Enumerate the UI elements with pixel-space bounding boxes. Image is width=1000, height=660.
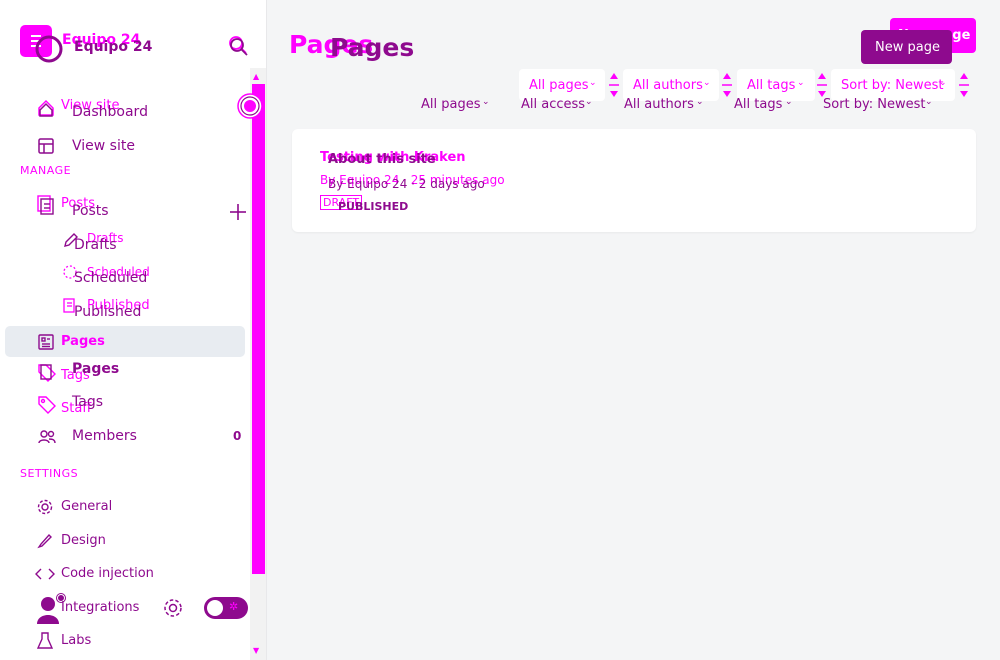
filter-pages-ghost: All pages xyxy=(529,78,589,93)
nav-posts[interactable]: Posts xyxy=(72,203,109,219)
theme-toggle-knob xyxy=(207,600,223,616)
scroll-up-icon[interactable]: ▲ xyxy=(253,72,259,81)
members-count-badge: 0 xyxy=(233,429,242,443)
site-title[interactable]: Equipo 24 xyxy=(74,39,152,55)
chevron-down-icon: ⌄ xyxy=(925,97,933,107)
filter-sort-ghost: Sort by: Newest xyxy=(841,78,944,93)
nav-drafts[interactable]: Drafts xyxy=(74,237,117,253)
site-logo-icon xyxy=(35,35,63,63)
code-icon xyxy=(35,568,55,580)
new-post-plus-icon[interactable] xyxy=(228,202,248,222)
chevron-down-icon: ⌄ xyxy=(589,78,597,88)
brush-icon xyxy=(37,533,52,549)
nav-integrations[interactable]: Integrations xyxy=(61,600,139,615)
flask-icon xyxy=(36,632,54,649)
record-indicator-icon xyxy=(237,93,263,119)
tag-ghost-icon xyxy=(38,364,56,382)
app-window: Equipo 24 Equipo 24 ▲ ▼ View site Dashbo… xyxy=(0,0,1000,660)
filter-type-dropdown[interactable]: All pages xyxy=(421,97,481,112)
nav-pages-active[interactable]: Pages xyxy=(5,326,245,357)
list-item[interactable]: Testing with Kraken About this site By E… xyxy=(292,129,976,232)
nav-pages[interactable]: Pages xyxy=(72,361,119,377)
page-title: Pages xyxy=(330,33,415,62)
scroll-down-icon[interactable]: ▼ xyxy=(253,646,259,655)
filter-tags-ghost: All tags xyxy=(747,78,796,93)
chevron-down-icon: ⌄ xyxy=(482,97,490,107)
settings-gear-icon[interactable] xyxy=(162,597,184,619)
chevron-down-icon: ⌄ xyxy=(585,97,593,107)
chevron-down-icon: ⌄ xyxy=(696,97,704,107)
posts-icon xyxy=(37,195,54,215)
page-item-meta: By Equipo 24 · 2 days ago xyxy=(328,177,485,191)
stepper-3-icon[interactable] xyxy=(816,70,828,100)
nav-general[interactable]: General xyxy=(61,499,112,514)
search-icon[interactable] xyxy=(226,33,250,57)
filter-access-dropdown[interactable]: All access xyxy=(521,97,585,112)
stepper-1-icon[interactable] xyxy=(608,70,620,100)
filter-authors-dropdown[interactable]: All authors xyxy=(624,97,694,112)
new-page-label: New page xyxy=(875,40,940,55)
chevron-down-icon: ⌄ xyxy=(797,78,805,88)
page-item-title[interactable]: About this site xyxy=(328,152,436,167)
theme-toggle[interactable]: ✲ xyxy=(204,597,248,619)
chevron-down-icon: ⌄ xyxy=(939,78,947,88)
filter-tags-dropdown[interactable]: All tags xyxy=(734,97,782,112)
nav-labs[interactable]: Labs xyxy=(61,633,91,648)
members-icon xyxy=(38,430,56,444)
stepper-2-icon[interactable] xyxy=(721,70,733,100)
gear-icon xyxy=(37,499,53,515)
filter-authors-ghost: All authors xyxy=(633,78,703,93)
home-icon xyxy=(38,99,54,117)
chevron-down-icon: ⌄ xyxy=(785,97,793,107)
manage-heading: MANAGE xyxy=(20,164,72,177)
sidebar: Equipo 24 Equipo 24 ▲ ▼ View site Dashbo… xyxy=(0,0,267,660)
moon-icon: ✲ xyxy=(229,600,239,613)
nav-scheduled[interactable]: Scheduled xyxy=(74,270,147,286)
status-badge: PUBLISHED xyxy=(338,200,409,213)
pages-icon xyxy=(38,334,54,350)
nav-tags[interactable]: Tags xyxy=(72,394,103,410)
nav-dashboard[interactable]: Dashboard xyxy=(72,104,148,120)
stepper-4-icon[interactable] xyxy=(958,70,970,100)
settings-heading: SETTINGS xyxy=(20,467,79,480)
nav-view-site[interactable]: View site xyxy=(72,138,135,154)
nav-design[interactable]: Design xyxy=(61,533,106,548)
nav-code-injection[interactable]: Code injection xyxy=(61,566,154,581)
new-page-button[interactable]: New page xyxy=(861,30,952,64)
filter-sort-dropdown[interactable]: Sort by: Newest xyxy=(823,97,926,112)
sidebar-scrollbar-thumb[interactable] xyxy=(252,84,265,574)
tag-icon xyxy=(38,396,56,414)
chevron-down-icon: ⌄ xyxy=(703,78,711,88)
nav-published[interactable]: Published xyxy=(74,304,141,320)
pages-active-label: Pages xyxy=(61,334,105,349)
view-site-icon xyxy=(38,138,54,154)
nav-members[interactable]: Members xyxy=(72,428,137,444)
